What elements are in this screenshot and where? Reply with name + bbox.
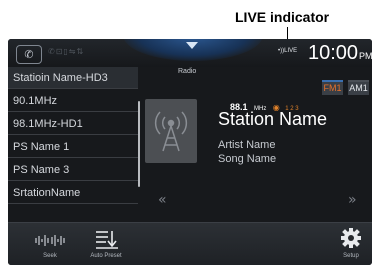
list-item[interactable]: SrtationName [8,182,138,204]
list-item[interactable]: 98.1MHz-HD1 [8,113,138,135]
list-item[interactable]: 90.1MHz [8,90,138,112]
previous-icon[interactable]: « [158,192,167,208]
seek-icon [35,235,65,246]
artist-name: Artist Name [218,139,276,151]
auto-preset-label: Auto Preset [90,253,122,259]
list-item[interactable]: PS Name 1 [8,136,138,158]
list-item[interactable]: PS Name 3 [8,159,138,181]
gear-icon [341,228,361,248]
station-name: Station Name [218,109,328,129]
station-list: Statioin Name-HD3 90.1MHz 98.1MHz-HD1 PS… [8,67,142,222]
live-text: LIVE [284,48,298,54]
phone-icon: ✆ [24,48,34,61]
auto-preset-button[interactable]: Auto Preset [78,223,134,265]
live-indicator-callout: LIVE indicator [0,0,380,42]
clock-time: 10:00 [308,42,359,64]
band-am1-button[interactable]: AM1 [348,80,369,95]
seek-button[interactable]: Seek [24,223,76,265]
setup-label: Setup [343,253,359,259]
top-bar: ✆ ✆⊡▯⇋⇅ •))LIVE 10:00 PM [8,39,372,67]
band-fm1-button[interactable]: FM1 [322,80,343,95]
source-dropdown-arrow-icon[interactable] [186,42,198,49]
next-icon[interactable]: » [348,192,357,208]
list-item[interactable]: Statioin Name-HD3 [8,67,138,89]
phone-button[interactable]: ✆ [16,45,42,64]
setup-button[interactable]: Setup [334,223,368,265]
radio-tower-icon [154,111,188,152]
clock-ampm: PM [359,51,372,61]
source-title: Radio [178,68,197,75]
list-scrollbar[interactable] [138,101,140,187]
radio-screen: ✆ ✆⊡▯⇋⇅ •))LIVE 10:00 PM Radio FM1 AM1 S… [8,39,372,265]
callout-label: LIVE indicator [235,9,330,25]
live-indicator: •))LIVE [278,48,297,54]
seek-label: Seek [43,253,57,259]
status-icons: ✆⊡▯⇋⇅ [48,47,85,56]
auto-preset-icon [96,231,118,249]
song-name: Song Name [218,153,277,165]
album-art [145,99,197,163]
bottom-bar: Seek Auto Preset Setup [8,222,372,265]
